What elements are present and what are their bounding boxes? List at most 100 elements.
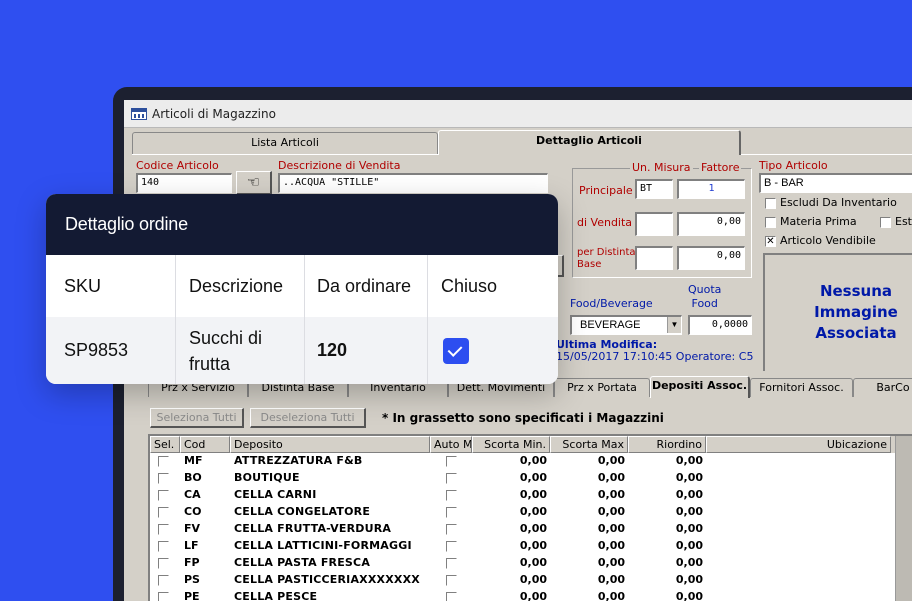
tab-depositi-assoc[interactable]: Depositi Assoc. (650, 376, 750, 398)
row-scorta-max: 0,00 (597, 505, 625, 518)
row-deposito: CELLA CONGELATORE (234, 505, 371, 518)
row-cod: FV (184, 522, 201, 535)
row-select-checkbox[interactable] (158, 507, 169, 518)
order-card: Dettaglio ordine SKU Descrizione Da ordi… (46, 194, 558, 384)
escludi-label: Escludi Da Inventario (780, 196, 897, 209)
row-auto-checkbox[interactable] (446, 575, 457, 586)
row-cod: LF (184, 539, 199, 552)
row-scorta-max: 0,00 (597, 556, 625, 569)
row-select-checkbox[interactable] (158, 541, 169, 552)
tab-prz-portata[interactable]: Prz x Portata (554, 378, 650, 397)
window-title: Articoli di Magazzino (152, 107, 276, 121)
table-header: Sel. Cod Deposito Auto M Scorta Min. Sco… (150, 436, 895, 453)
no-image-text: Nessuna Immagine Associata (814, 282, 898, 342)
row-scorta-max: 0,00 (597, 454, 625, 467)
table-scrollbar[interactable] (895, 436, 912, 601)
closed-checkbox[interactable] (443, 337, 469, 364)
descrizione-field[interactable]: ..ACQUA "STILLE" (278, 173, 548, 193)
col-cod[interactable]: Cod (180, 436, 230, 453)
row-cod: PS (184, 573, 200, 586)
fattore-label: Fattore (699, 161, 742, 174)
vendita-fattore-field[interactable]: 0,00 (677, 212, 745, 236)
chevron-down-icon[interactable]: ▼ (667, 317, 681, 333)
row-auto-checkbox[interactable] (446, 490, 457, 501)
card-data-row: SP9853 Succhi di frutta 120 (46, 317, 558, 384)
escludi-checkbox[interactable] (765, 198, 776, 209)
principale-um-field[interactable]: BT (635, 179, 673, 199)
table-row[interactable]: PE CELLA PESCE 0,00 0,00 0,00 (150, 589, 895, 601)
tab-fornitori-assoc[interactable]: Fornitori Assoc. (750, 378, 853, 397)
col-scorta-max[interactable]: Scorta Max (550, 436, 628, 453)
col-riordino[interactable]: Riordino (628, 436, 706, 453)
row-cod: CO (184, 505, 202, 518)
row-cod: PE (184, 590, 200, 601)
col-auto-m[interactable]: Auto M (430, 436, 472, 453)
foodbev-label: Food/Beverage (570, 297, 653, 310)
materia-checkbox[interactable] (765, 217, 776, 228)
row-select-checkbox[interactable] (158, 592, 169, 601)
row-deposito: CELLA LATTICINI-FORMAGGI (234, 539, 412, 552)
row-scorta-min: 0,00 (519, 573, 547, 586)
table-row[interactable]: CO CELLA CONGELATORE 0,00 0,00 0,00 (150, 504, 895, 521)
depositi-table: Sel. Cod Deposito Auto M Scorta Min. Sco… (148, 434, 912, 601)
row-deposito: CELLA PASTICCERIAXXXXXXX (234, 573, 420, 586)
row-scorta-max: 0,00 (597, 573, 625, 586)
row-select-checkbox[interactable] (158, 473, 169, 484)
deselect-all-button[interactable]: Deseleziona Tutti (250, 408, 366, 428)
col-deposito[interactable]: Deposito (230, 436, 430, 453)
row-riordino: 0,00 (675, 454, 703, 467)
col-sel[interactable]: Sel. (150, 436, 180, 453)
tipo-field[interactable]: B - BAR (759, 173, 912, 193)
row-auto-checkbox[interactable] (446, 558, 457, 569)
row-select-checkbox[interactable] (158, 490, 169, 501)
distinta-um-field[interactable] (635, 246, 673, 270)
vendita-label: di Vendita (577, 216, 633, 229)
row-select-checkbox[interactable] (158, 558, 169, 569)
foodbev-select[interactable]: BEVERAGE ▼ (570, 315, 682, 335)
quota-field[interactable]: 0,0000 (688, 315, 752, 335)
table-row[interactable]: CA CELLA CARNI 0,00 0,00 0,00 (150, 487, 895, 504)
card-col-da-ordinare: Da ordinare (304, 255, 427, 317)
col-ubicazione[interactable]: Ubicazione (706, 436, 891, 453)
card-sku: SP9853 (64, 340, 129, 360)
table-row[interactable]: MF ATTREZZATURA F&B 0,00 0,00 0,00 (150, 453, 895, 470)
tab-lista-articoli[interactable]: Lista Articoli (132, 132, 438, 154)
row-auto-checkbox[interactable] (446, 592, 457, 601)
row-scorta-min: 0,00 (519, 488, 547, 501)
title-bar: Articoli di Magazzino (124, 100, 912, 128)
principale-fattore-field[interactable]: 1 (677, 179, 745, 199)
table-row[interactable]: FP CELLA PASTA FRESCA 0,00 0,00 0,00 (150, 555, 895, 572)
distinta-fattore-field[interactable]: 0,00 (677, 246, 745, 270)
hand-pointer-icon[interactable]: ☜ (236, 171, 272, 195)
principale-label: Principale (579, 184, 633, 197)
table-row[interactable]: FV CELLA FRUTTA-VERDURA 0,00 0,00 0,00 (150, 521, 895, 538)
tab-barcode[interactable]: BarCo (853, 378, 912, 397)
row-auto-checkbox[interactable] (446, 541, 457, 552)
vendibile-label: Articolo Vendibile (780, 234, 876, 247)
vendita-um-field[interactable] (635, 212, 673, 236)
row-auto-checkbox[interactable] (446, 473, 457, 484)
table-row[interactable]: LF CELLA LATTICINI-FORMAGGI 0,00 0,00 0,00 (150, 538, 895, 555)
row-cod: BO (184, 471, 202, 484)
est-checkbox[interactable] (880, 217, 891, 228)
tab-dettaglio-articoli[interactable]: Dettaglio Articoli (438, 130, 741, 155)
col-scorta-min[interactable]: Scorta Min. (472, 436, 550, 453)
card-descrizione: Succhi di frutta (175, 317, 304, 384)
codice-field[interactable]: 140 (136, 173, 232, 193)
app-icon (131, 108, 147, 120)
materia-label: Materia Prima (780, 215, 857, 228)
card-closed-cell (427, 317, 558, 384)
row-scorta-min: 0,00 (519, 539, 547, 552)
select-all-button[interactable]: Seleziona Tutti (150, 408, 244, 428)
row-select-checkbox[interactable] (158, 575, 169, 586)
image-preview: Nessuna Immagine Associata (763, 253, 912, 371)
row-auto-checkbox[interactable] (446, 456, 457, 467)
row-select-checkbox[interactable] (158, 456, 169, 467)
table-row[interactable]: PS CELLA PASTICCERIAXXXXXXX 0,00 0,00 0,00 (150, 572, 895, 589)
row-auto-checkbox[interactable] (446, 507, 457, 518)
vendibile-checkbox[interactable]: ✕ (765, 236, 776, 247)
row-auto-checkbox[interactable] (446, 524, 457, 535)
row-select-checkbox[interactable] (158, 524, 169, 535)
distinta-label: per Distinta Base (577, 247, 636, 270)
table-row[interactable]: BO BOUTIQUE 0,00 0,00 0,00 (150, 470, 895, 487)
